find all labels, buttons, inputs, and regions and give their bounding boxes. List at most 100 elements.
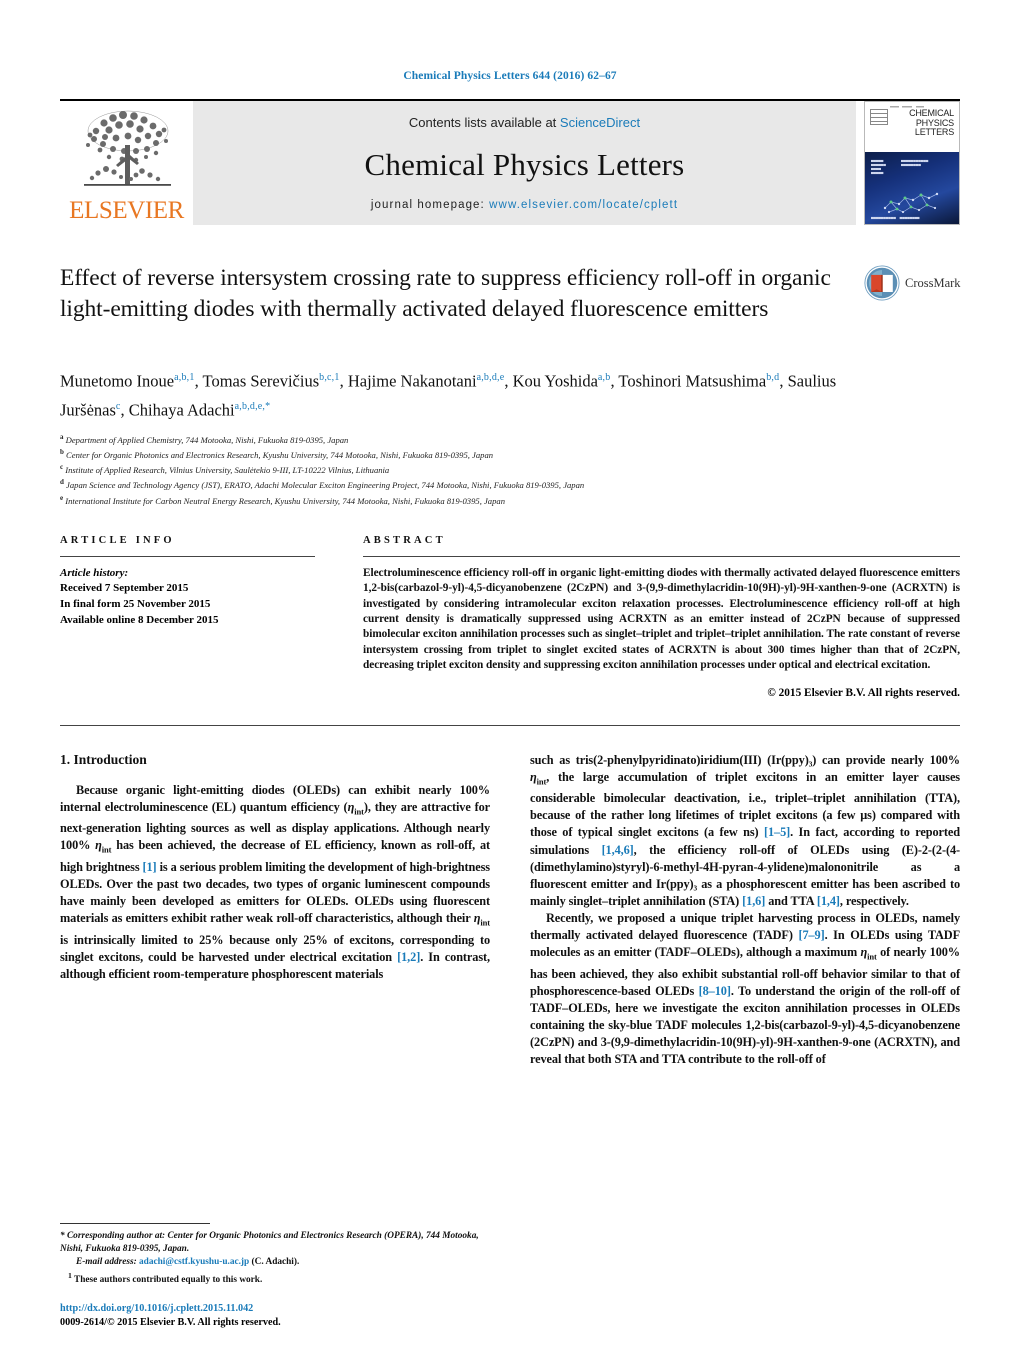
eta-int-symbol: ηint [473,911,490,928]
affiliation-item: b Center for Organic Photonics and Elect… [60,446,960,461]
issn-copyright: 0009-2614/© 2015 Elsevier B.V. All right… [60,1317,281,1329]
corresponding-author-asterisk: * [60,1231,65,1242]
intro-paragraph-right-1: such as tris(2-phenylpyridinato)iridium(… [530,752,960,908]
footnote-corresponding-author: * Corresponding author at: Center for Or… [60,1230,490,1256]
footnote-marker-1: 1 [68,1271,72,1281]
journal-masthead: ELSEVIER Contents lists available at Sci… [60,99,960,225]
journal-cover-thumbnail: CHEMICAL PHYSICS LETTERS ▄▄▄▄▄ ▄▄▄▄▄▄ ▄▄… [864,101,960,225]
footnote-email-link[interactable]: adachi@cstf.kyushu-u.ac.jp [139,1257,249,1267]
contents-prefix: Contents lists available at [408,115,560,130]
crossmark-icon [864,265,900,301]
abstract-rule [363,555,960,557]
intro-paragraph-left: Because organic light-emitting diodes (O… [60,782,490,981]
affiliation-text: Japan Science and Technology Agency (JST… [63,480,585,491]
eta-int-symbol: ηint [530,769,547,787]
cover-grid-icon [870,109,888,125]
footnote-rule [60,1223,210,1225]
abstract-column: ABSTRACT Electroluminescence efficiency … [363,535,960,699]
affiliation-item: e International Institute for Carbon Neu… [60,492,960,507]
author-affiliation-marks: a,b,d,e [476,372,505,383]
journal-cover-container: CHEMICAL PHYSICS LETTERS ▄▄▄▄▄ ▄▄▄▄▄▄ ▄▄… [856,101,960,225]
footnote-corresponding-text: * Corresponding author at: Center for Or… [60,1231,479,1255]
footnote-email-suffix: (C. Adachi). [251,1257,300,1268]
author-name: Munetomo Inoue [60,371,175,391]
cover-right-caption: ▄▄▄▄▄▄▄▄▄▄▄ ▄▄▄▄▄▄▄▄ [901,158,929,167]
citation-ref[interactable]: [1,2] [397,950,420,964]
title-block: Effect of reverse intersystem crossing r… [60,263,961,349]
doi-link[interactable]: http://dx.doi.org/10.1016/j.cplett.2015.… [60,1302,490,1316]
affiliation-text: Center for Organic Photonics and Electro… [63,450,494,461]
cover-bottom-caption: ▄▄▄▄▄▄▄▄▄▄ ▄▄▄▄▄▄▄▄ [871,214,920,219]
cover-journal-title: CHEMICAL PHYSICS LETTERS [909,108,954,138]
history-available-online: Available online 8 December 2015 [60,613,219,626]
citation-ref[interactable]: [1,4] [817,894,840,908]
journal-article-page: Chemical Physics Letters 644 (2016) 62–6… [0,0,1020,1351]
author-name: Toshinori Matsushima [618,371,767,391]
citation-ref[interactable]: [7–9] [798,928,824,942]
intro-paragraph-right-2: Recently, we proposed a unique triplet h… [530,910,960,1067]
crossmark-label: CrossMark [905,275,961,290]
body-columns: 1. Introduction Because organic light-em… [60,751,960,1328]
author-affiliation-marks: b,d [766,372,780,383]
footnote-email-line: E-mail address: adachi@cstf.kyushu-u.ac.… [60,1256,490,1269]
article-history-label: Article history: [60,566,129,579]
affiliation-item: c Institute of Applied Research, Vilnius… [60,461,960,476]
journal-homepage-link[interactable]: www.elsevier.com/locate/cplett [489,199,678,211]
cover-molecule-graphic [883,192,939,214]
journal-homepage-line: journal homepage: www.elsevier.com/locat… [371,199,678,211]
masthead-center: Contents lists available at ScienceDirec… [193,101,856,225]
author-affiliation-marks: a,b [597,372,611,383]
author-affiliation-marks: b,c,1 [319,372,340,383]
abstract-text: Electroluminescence efficiency roll-off … [363,566,960,672]
affiliation-item: a Department of Applied Chemistry, 744 M… [60,431,960,446]
footnote-area: * Corresponding author at: Center for Or… [60,1223,490,1330]
abstract-copyright: © 2015 Elsevier B.V. All rights reserved… [767,686,960,699]
author-affiliation-marks: a,b,1 [174,372,195,383]
elsevier-logo: ELSEVIER [60,101,193,225]
cover-top-white: CHEMICAL PHYSICS LETTERS [865,102,959,153]
article-info-column: ARTICLE INFO Article history: Received 7… [60,535,315,699]
doi-block: http://dx.doi.org/10.1016/j.cplett.2015.… [60,1302,490,1330]
footnote-email-label: E-mail address: [76,1257,137,1268]
author-affiliation-marks: a,b,d,e,* [234,400,271,412]
author-name: Tomas Serevičius [202,371,320,391]
cover-bottom-image: ▄▄▄▄▄ ▄▄▄▄▄▄ ▄▄▄▄ ▄▄▄▄▄ ▄▄▄▄▄▄▄▄▄▄▄ ▄▄▄▄▄▄▄▄… [865,152,959,224]
history-final-form: In final form 25 November 2015 [60,597,211,610]
author-affiliation-marks: c [115,400,121,412]
info-abstract-row: ARTICLE INFO Article history: Received 7… [60,535,960,699]
abstract-heading: ABSTRACT [363,534,446,546]
eta-int-symbol: ηint [95,838,112,855]
running-head: Chemical Physics Letters 644 (2016) 62–6… [403,70,617,82]
crossmark-badge[interactable]: CrossMark [864,265,961,301]
homepage-prefix: journal homepage: [370,199,490,211]
cover-title-line3: LETTERS [914,127,954,137]
affiliation-text: International Institute for Carbon Neutr… [63,495,505,506]
citation-ref[interactable]: [1,4,6] [602,843,634,857]
body-column-right: such as tris(2-phenylpyridinato)iridium(… [530,752,960,1069]
author-name: Kou Yoshida [512,371,598,391]
history-received: Received 7 September 2015 [60,582,189,595]
eta-int-symbol: ηint [860,945,877,962]
page-title: Effect of reverse intersystem crossing r… [60,265,831,322]
affiliation-list: a Department of Applied Chemistry, 744 M… [60,431,960,507]
affiliation-text: Department of Applied Chemistry, 744 Mot… [63,434,349,445]
citation-ref[interactable]: [8–10] [699,984,731,998]
citation-ref[interactable]: [1] [143,860,157,874]
affiliation-item: d Japan Science and Technology Agency (J… [60,476,960,491]
article-info-heading: ARTICLE INFO [60,534,175,546]
affiliation-text: Institute of Applied Research, Vilnius U… [63,465,390,476]
journal-title: Chemical Physics Letters [364,146,685,182]
cover-left-caption: ▄▄▄▄▄ ▄▄▄▄▄▄ ▄▄▄▄ ▄▄▄▄▄ [871,158,886,175]
citation-ref[interactable]: [1,6] [742,894,765,908]
author-name: Hajime Nakanotani [347,371,477,391]
sciencedirect-link[interactable]: ScienceDirect [560,115,640,130]
contents-lists-line: Contents lists available at ScienceDirec… [409,115,640,130]
eta-int-symbol: ηint [347,799,364,817]
article-info-rule [60,555,315,557]
elsevier-wordmark: ELSEVIER [69,197,184,224]
author-list: Munetomo Inouea,b,1, Tomas Serevičiusb,c… [60,371,837,420]
section-heading-introduction: 1. Introduction [60,751,147,767]
citation-ref[interactable]: [1–5] [764,825,790,839]
author-name: Chihaya Adachi [128,400,235,419]
section-divider [60,724,960,726]
